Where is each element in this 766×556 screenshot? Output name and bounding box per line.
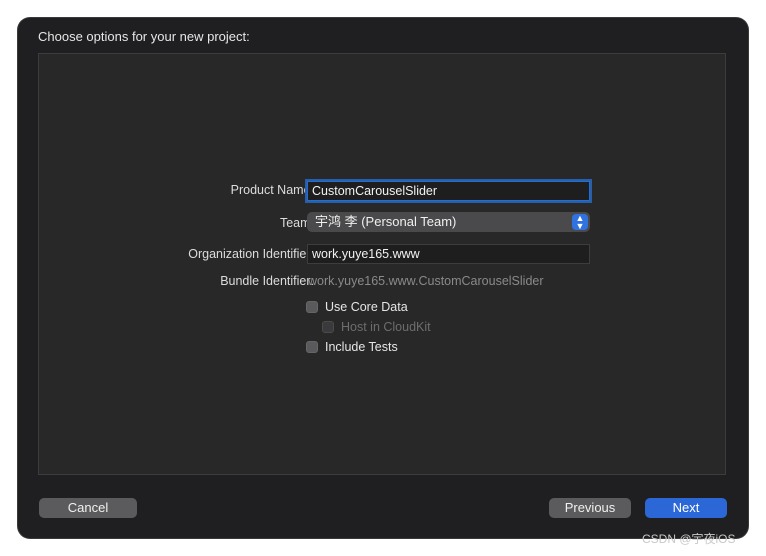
- previous-button[interactable]: Previous: [549, 498, 631, 518]
- organization-identifier-input[interactable]: [307, 244, 590, 264]
- include-tests-label: Include Tests: [325, 340, 398, 354]
- new-project-dialog: Choose options for your new project: Pro…: [18, 18, 748, 538]
- include-tests-checkbox[interactable]: [306, 341, 318, 353]
- cancel-button[interactable]: Cancel: [39, 498, 137, 518]
- organization-identifier-label: Organization Identifier:: [188, 247, 314, 261]
- include-tests-row[interactable]: Include Tests: [306, 340, 398, 354]
- use-core-data-checkbox[interactable]: [306, 301, 318, 313]
- host-in-cloudkit-label: Host in CloudKit: [341, 320, 431, 334]
- next-button[interactable]: Next: [645, 498, 727, 518]
- bundle-identifier-label: Bundle Identifier:: [220, 274, 314, 288]
- watermark-text: CSDN @宇夜iOS: [642, 532, 736, 546]
- team-popup[interactable]: 宇鸿 李 (Personal Team) ▲ ▼: [307, 212, 590, 232]
- product-name-input[interactable]: [307, 181, 590, 201]
- host-in-cloudkit-row: Host in CloudKit: [322, 320, 431, 334]
- chevron-up-down-icon: ▲ ▼: [572, 214, 588, 231]
- options-panel: Product Name: Team: 宇鸿 李 (Personal Team)…: [38, 53, 726, 475]
- product-name-label: Product Name:: [230, 183, 314, 197]
- bundle-identifier-value: work.yuye165.www.CustomCarouselSlider: [308, 274, 544, 288]
- use-core-data-label: Use Core Data: [325, 300, 408, 314]
- host-in-cloudkit-checkbox: [322, 321, 334, 333]
- use-core-data-row[interactable]: Use Core Data: [306, 300, 408, 314]
- dialog-title: Choose options for your new project:: [38, 29, 250, 44]
- team-popup-value: 宇鸿 李 (Personal Team): [315, 214, 457, 229]
